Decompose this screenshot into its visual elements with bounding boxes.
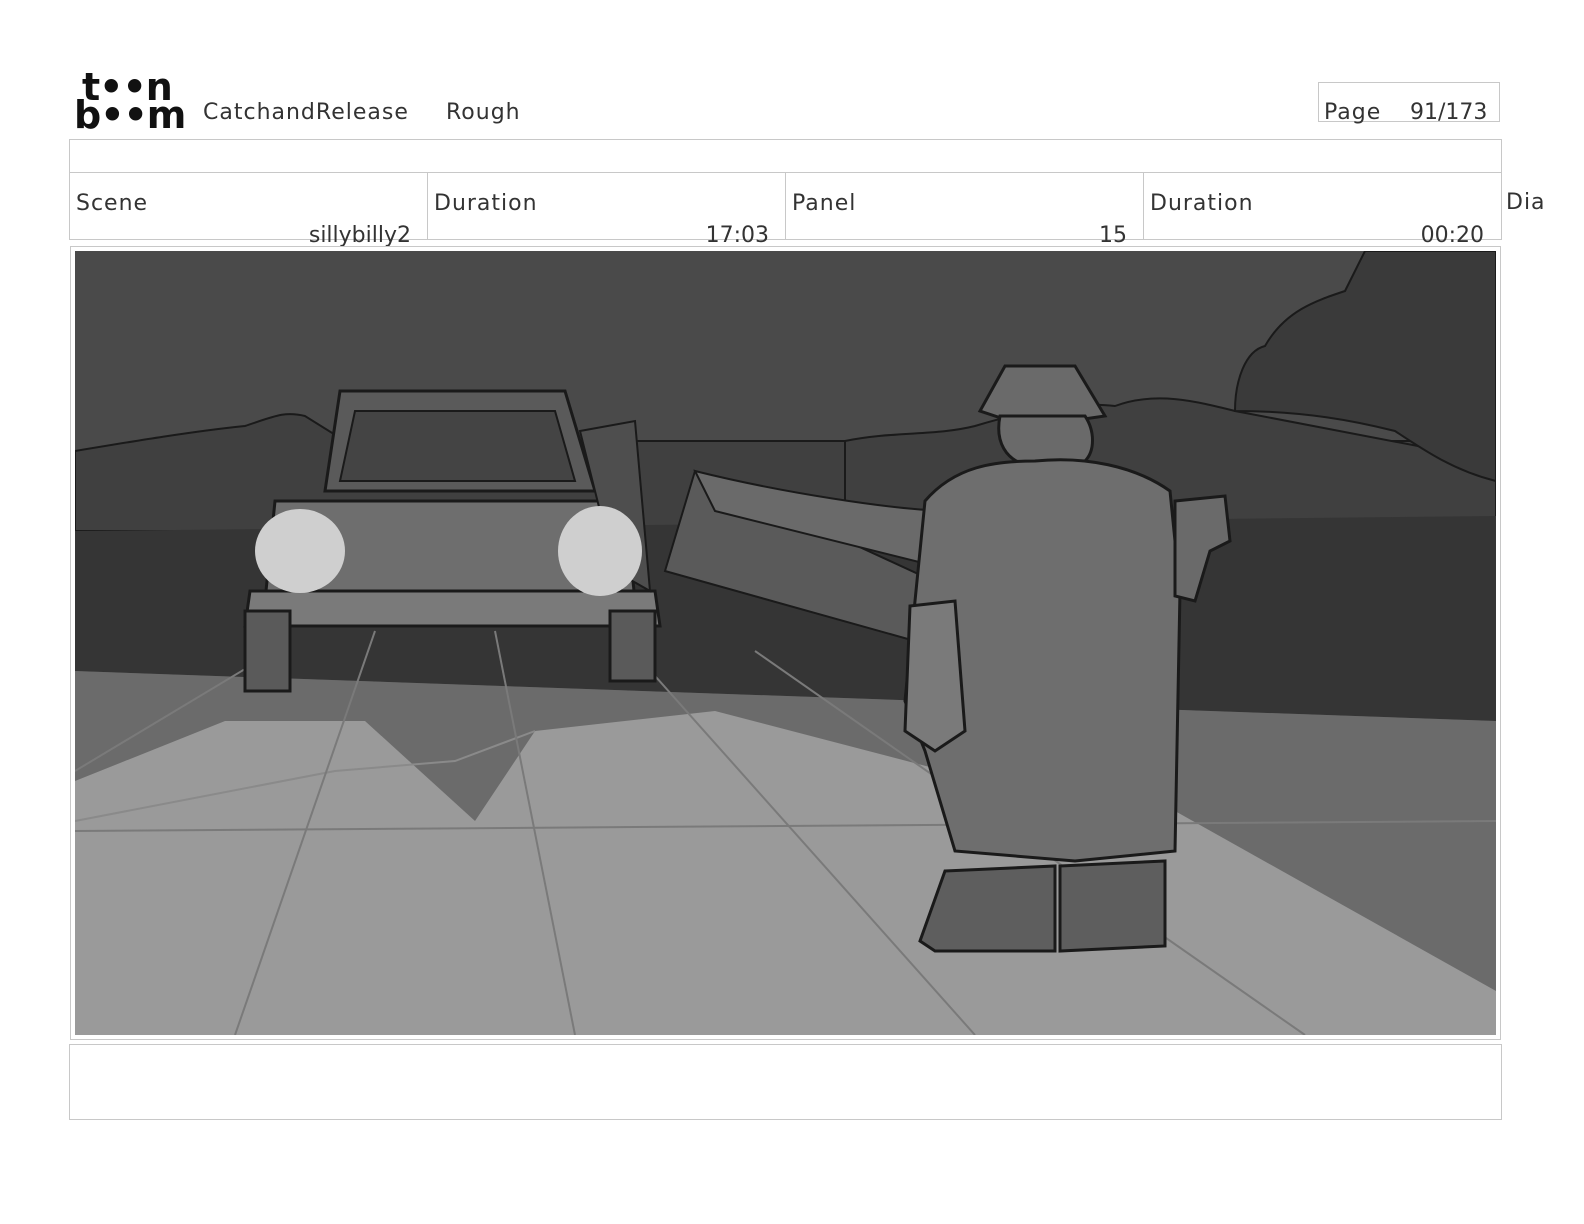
project-title: CatchandRelease: [203, 100, 409, 125]
header-bar: [69, 139, 1502, 172]
panel-duration-cell: Duration 00:20: [1144, 173, 1500, 248]
panel-duration-label: Duration: [1150, 191, 1254, 216]
mode-label: Rough: [446, 100, 521, 125]
headlight-right: [558, 506, 642, 596]
headlight-left: [255, 509, 345, 593]
scene-value: sillybilly2: [308, 223, 411, 248]
scene-duration-label: Duration: [434, 191, 538, 216]
page-label: Page: [1324, 100, 1382, 125]
scene-cell: Scene sillybilly2: [70, 173, 428, 248]
scene-label: Scene: [76, 191, 149, 216]
panel-frame: [70, 246, 1501, 1040]
logo-text-line2: b••m: [74, 93, 186, 137]
panel-value: 15: [1099, 223, 1127, 248]
panel-info-row: Scene sillybilly2 Duration 17:03 Panel 1…: [69, 172, 1502, 248]
panel-duration-value: 00:20: [1420, 223, 1484, 248]
dialog-label: Dia: [1506, 190, 1546, 215]
dialog-notes-box: [69, 1044, 1502, 1120]
scene-duration-cell: Duration 17:03: [428, 173, 786, 248]
toonboom-logo: t••n b••m: [74, 68, 186, 134]
panel-cell: Panel 15: [786, 173, 1144, 248]
panel-label: Panel: [792, 191, 857, 216]
scene-duration-value: 17:03: [705, 223, 769, 248]
page-number: 91/173: [1410, 100, 1488, 125]
storyboard-drawing: [75, 251, 1496, 1035]
